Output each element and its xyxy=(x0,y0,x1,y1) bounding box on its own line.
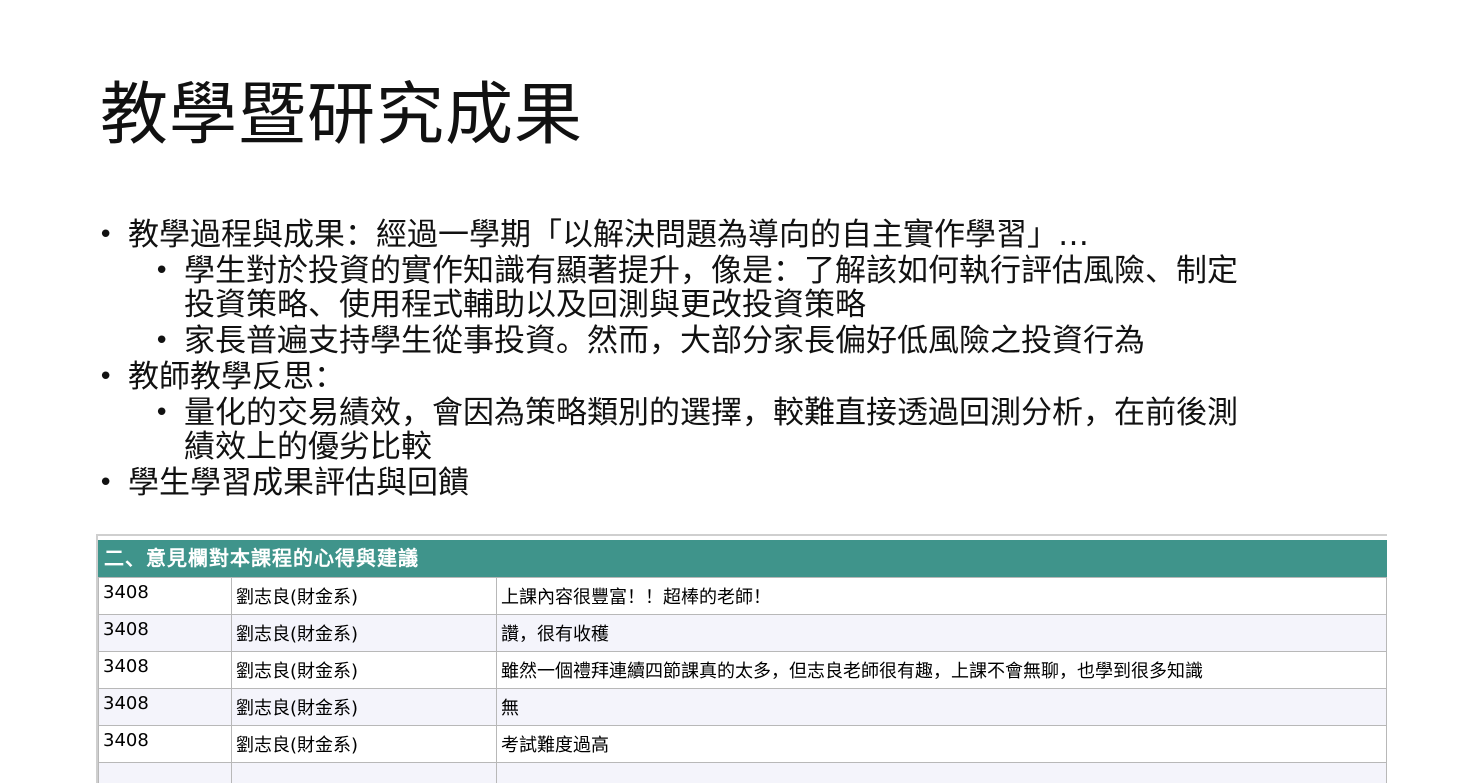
slide-title: 教學暨研究成果 xyxy=(100,74,583,158)
sub-bullet-student-knowledge: • 學生對於投資的實作知識有顯著提升，像是：了解該如何執行評估風險、制定 投資策… xyxy=(98,254,1368,322)
table-row: 3408 劉志良(財金系) 讚，很有收穫 xyxy=(99,615,1387,652)
course-code-cell: 3408 xyxy=(99,652,232,689)
sub-bullet-quant-performance: • 量化的交易績效，會因為策略類別的選擇，較難直接透過回測分析，在前後測 績效上… xyxy=(98,396,1368,464)
bullet-dot-icon: • xyxy=(98,360,113,394)
table-row: 3408 劉志良(財金系) 考試難度過高 xyxy=(99,726,1387,763)
feedback-screenshot: 二、意見欄對本課程的心得與建議 3408 劉志良(財金系) 上課內容很豐富！！超… xyxy=(96,534,1387,783)
feedback-section-header: 二、意見欄對本課程的心得與建議 xyxy=(98,540,1387,577)
teacher-cell: 劉志良(財金系) xyxy=(232,652,497,689)
bullet-student-evaluation: • 學生學習成果評估與回饋 xyxy=(98,466,1368,500)
course-code-cell: 3408 xyxy=(99,689,232,726)
comment-cell: 讚，很有收穫 xyxy=(497,615,1387,652)
teacher-cell: 劉志良(財金系) xyxy=(232,615,497,652)
bullet-dot-icon: • xyxy=(154,254,169,288)
course-code-cell: 3408 xyxy=(99,726,232,763)
bullet-text: 投資策略、使用程式輔助以及回測與更改投資策略 xyxy=(184,287,866,323)
table-row: 3408 劉志良(財金系) 上課內容很豐富！！超棒的老師！ xyxy=(99,578,1387,615)
feedback-table: 3408 劉志良(財金系) 上課內容很豐富！！超棒的老師！ 3408 劉志良(財… xyxy=(98,577,1387,783)
bullet-dot-icon: • xyxy=(98,466,113,500)
bullet-text: 量化的交易績效，會因為策略類別的選擇，較難直接透過回測分析，在前後測 xyxy=(184,395,1238,431)
teacher-cell xyxy=(232,763,497,783)
course-code-cell: 3408 xyxy=(99,578,232,615)
table-row: 3408 劉志良(財金系) 雖然一個禮拜連續四節課真的太多，但志良老師很有趣，上… xyxy=(99,652,1387,689)
comment-cell xyxy=(497,763,1387,783)
bullet-teaching-process: • 教學過程與成果：經過一學期「以解決問題為導向的自主實作學習」… xyxy=(98,218,1368,252)
teacher-cell: 劉志良(財金系) xyxy=(232,689,497,726)
bullet-text: 績效上的優劣比較 xyxy=(184,429,432,465)
bullet-dot-icon: • xyxy=(98,218,113,252)
comment-cell: 考試難度過高 xyxy=(497,726,1387,763)
bullet-text: 學生學習成果評估與回饋 xyxy=(128,465,469,501)
bullet-dot-icon: • xyxy=(154,396,169,430)
table-row xyxy=(99,763,1387,783)
bullet-text: 家長普遍支持學生從事投資。然而，大部分家長偏好低風險之投資行為 xyxy=(184,323,1145,359)
bullet-text: 教師教學反思： xyxy=(128,359,345,395)
bullet-dot-icon: • xyxy=(154,324,169,358)
teacher-cell: 劉志良(財金系) xyxy=(232,726,497,763)
teacher-cell: 劉志良(財金系) xyxy=(232,578,497,615)
bullet-list: • 教學過程與成果：經過一學期「以解決問題為導向的自主實作學習」… • 學生對於… xyxy=(98,218,1368,502)
comment-cell: 無 xyxy=(497,689,1387,726)
bullet-teacher-reflection: • 教師教學反思： xyxy=(98,360,1368,394)
course-code-cell: 3408 xyxy=(99,615,232,652)
comment-cell: 雖然一個禮拜連續四節課真的太多，但志良老師很有趣，上課不會無聊，也學到很多知識 xyxy=(497,652,1387,689)
bullet-text: 學生對於投資的實作知識有顯著提升，像是：了解該如何執行評估風險、制定 xyxy=(184,253,1238,289)
comment-cell: 上課內容很豐富！！超棒的老師！ xyxy=(497,578,1387,615)
bullet-text: 教學過程與成果：經過一學期「以解決問題為導向的自主實作學習」… xyxy=(128,217,1089,253)
table-row: 3408 劉志良(財金系) 無 xyxy=(99,689,1387,726)
sub-bullet-parents: • 家長普遍支持學生從事投資。然而，大部分家長偏好低風險之投資行為 xyxy=(98,324,1368,358)
course-code-cell xyxy=(99,763,232,783)
